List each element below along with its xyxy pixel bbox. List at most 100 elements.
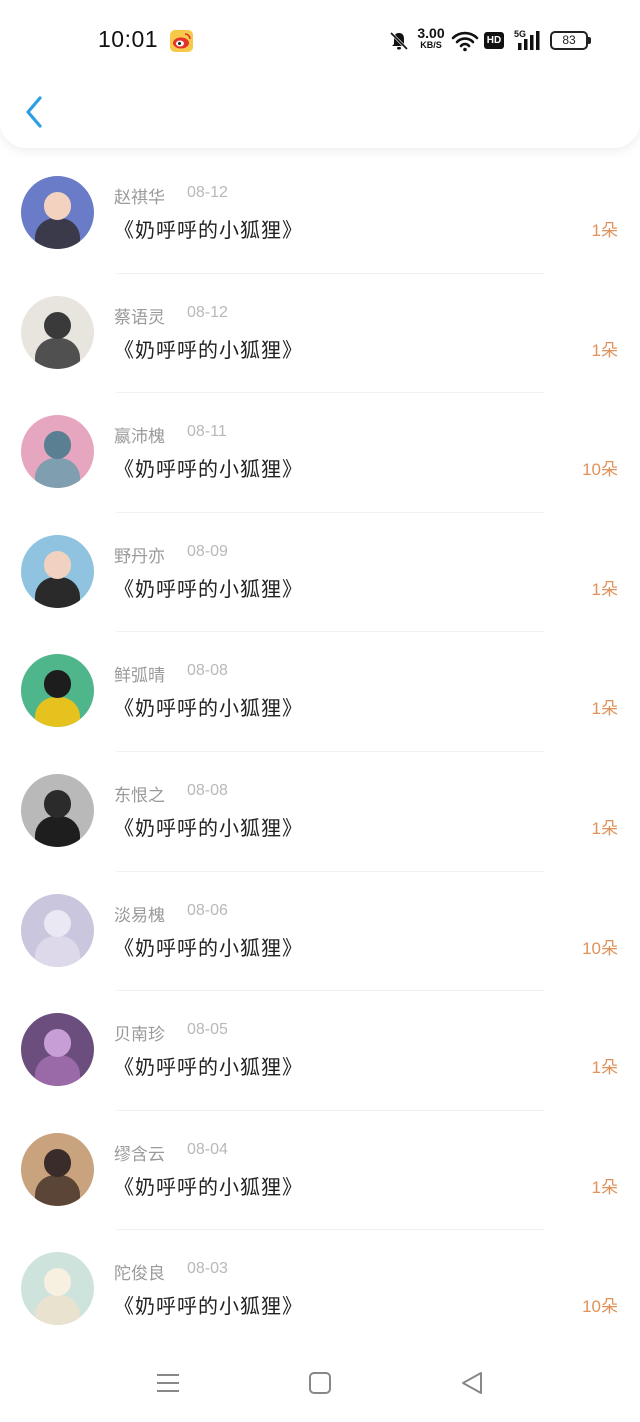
- cellular-label: 5G: [514, 29, 526, 39]
- gift-count: 10朵: [582, 1297, 618, 1317]
- list-item[interactable]: 野丹亦 08-09 《奶呼呼的小狐狸》 1朵: [0, 513, 640, 633]
- chevron-left-icon: [18, 96, 54, 136]
- gift-record-list: 赵祺华 08-12 《奶呼呼的小狐狸》 1朵 蔡语灵 08-12 《奶呼呼的小狐狸》 1朵 嬴沛…: [0, 154, 640, 1350]
- list-item[interactable]: 蔡语灵 08-12 《奶呼呼的小狐狸》 1朵: [0, 274, 640, 394]
- avatar[interactable]: [21, 773, 94, 847]
- avatar-body: [34, 816, 81, 847]
- sender-name: 野丹亦: [114, 546, 165, 567]
- gift-count: 1朵: [591, 579, 618, 599]
- avatar[interactable]: [21, 295, 94, 369]
- list-item[interactable]: 嬴沛槐 08-11 《奶呼呼的小狐狸》 10朵: [0, 393, 640, 513]
- avatar-body: [34, 935, 81, 967]
- avatar-head: [43, 311, 72, 340]
- avatar-head: [43, 670, 72, 699]
- gift-count: 1朵: [591, 1058, 618, 1078]
- header: 10:01 3.00 KB/S HD 5G 83: [0, 0, 640, 148]
- send-date: 08-09: [187, 542, 228, 560]
- avatar[interactable]: [21, 176, 94, 249]
- gift-title: 《奶呼呼的小狐狸》: [114, 457, 303, 482]
- gift-title: 《奶呼呼的小狐狸》: [114, 1055, 303, 1080]
- net-speed: 3.00 KB/S: [414, 26, 448, 50]
- avatar-head: [43, 550, 72, 579]
- avatar-head: [43, 431, 72, 459]
- gift-title: 《奶呼呼的小狐狸》: [114, 1174, 303, 1199]
- avatar[interactable]: [21, 1013, 94, 1087]
- avatar-body: [34, 218, 81, 249]
- wifi-icon: [451, 30, 479, 56]
- status-time: 10:01: [98, 26, 159, 52]
- gift-count: 1朵: [591, 818, 618, 838]
- sender-name: 陀俊良: [114, 1264, 165, 1285]
- send-date: 08-08: [187, 662, 228, 680]
- list-item[interactable]: 鲜弧晴 08-08 《奶呼呼的小狐狸》 1朵: [0, 632, 640, 752]
- avatar-body: [34, 337, 81, 369]
- avatar[interactable]: [21, 893, 94, 967]
- send-date: 08-06: [187, 901, 228, 919]
- sender-name: 赵祺华: [114, 188, 165, 208]
- gift-title: 《奶呼呼的小狐狸》: [114, 337, 303, 362]
- net-speed-value: 3.00: [417, 25, 445, 41]
- avatar-body: [34, 1294, 81, 1326]
- avatar-body: [34, 1055, 81, 1087]
- gift-count: 1朵: [591, 221, 618, 240]
- sender-name: 贝南珍: [114, 1025, 165, 1046]
- avatar-head: [43, 790, 72, 818]
- list-item[interactable]: 东恨之 08-08 《奶呼呼的小狐狸》 1朵: [0, 752, 640, 872]
- send-date: 08-12: [187, 184, 228, 201]
- gift-title: 《奶呼呼的小狐狸》: [114, 218, 303, 242]
- gift-title: 《奶呼呼的小狐狸》: [114, 815, 303, 840]
- gift-count: 1朵: [591, 699, 618, 719]
- avatar-body: [34, 457, 81, 489]
- gift-title: 《奶呼呼的小狐狸》: [114, 1294, 303, 1319]
- send-date: 08-04: [187, 1140, 228, 1158]
- sender-name: 蔡语灵: [114, 307, 165, 328]
- avatar-head: [43, 1268, 72, 1297]
- list-item[interactable]: 缪含云 08-04 《奶呼呼的小狐狸》 1朵: [0, 1111, 640, 1231]
- send-date: 08-11: [187, 423, 227, 441]
- phone-screen: 10:01 3.00 KB/S HD 5G 83 赵祺华 08-12 《奶呼呼的…: [0, 0, 640, 1422]
- send-date: 08-03: [187, 1260, 228, 1278]
- avatar-head: [43, 1148, 72, 1177]
- navigation-bar: [0, 1352, 640, 1422]
- sender-name: 东恨之: [114, 785, 165, 806]
- send-date: 08-05: [187, 1021, 228, 1039]
- status-bar: 10:01 3.00 KB/S HD 5G 83: [0, 0, 640, 82]
- avatar-body: [34, 577, 81, 608]
- home-square-icon: [305, 1372, 335, 1402]
- home-button[interactable]: [305, 1368, 335, 1398]
- hd-icon: HD: [484, 32, 504, 49]
- menu-button[interactable]: [153, 1368, 183, 1398]
- list-item[interactable]: 赵祺华 08-12 《奶呼呼的小狐狸》 1朵: [0, 154, 640, 274]
- list-item[interactable]: 贝南珍 08-05 《奶呼呼的小狐狸》 1朵: [0, 991, 640, 1111]
- gift-title: 《奶呼呼的小狐狸》: [114, 696, 303, 721]
- send-date: 08-08: [187, 781, 228, 799]
- signal-icon: 5G: [514, 28, 544, 56]
- gift-title: 《奶呼呼的小狐狸》: [114, 576, 303, 601]
- mute-bell-icon: [388, 30, 410, 56]
- avatar-body: [34, 1175, 81, 1206]
- status-icons: 3.00 KB/S HD 5G 83: [388, 26, 598, 56]
- gift-count: 1朵: [591, 1177, 618, 1197]
- back-nav-button[interactable]: [457, 1368, 487, 1398]
- list-item[interactable]: 淡易槐 08-06 《奶呼呼的小狐狸》 10朵: [0, 872, 640, 992]
- avatar-head: [43, 1029, 72, 1057]
- sender-name: 缪含云: [114, 1144, 165, 1165]
- avatar[interactable]: [21, 1132, 94, 1206]
- battery-level: 83: [562, 33, 576, 47]
- gift-count: 1朵: [591, 340, 618, 360]
- avatar[interactable]: [21, 534, 94, 608]
- gift-count: 10朵: [582, 460, 618, 480]
- avatar[interactable]: [21, 1252, 94, 1326]
- net-speed-unit: KB/S: [420, 40, 442, 50]
- sender-name: 鲜弧晴: [114, 666, 165, 687]
- avatar[interactable]: [21, 654, 94, 728]
- send-date: 08-12: [187, 303, 228, 321]
- gift-title: 《奶呼呼的小狐狸》: [114, 935, 303, 960]
- avatar-head: [43, 909, 72, 938]
- avatar[interactable]: [21, 415, 94, 489]
- gift-count: 10朵: [582, 938, 618, 958]
- back-button[interactable]: [18, 92, 54, 132]
- list-item[interactable]: 陀俊良 08-03 《奶呼呼的小狐狸》 10朵: [0, 1230, 640, 1350]
- sender-name: 嬴沛槐: [114, 427, 165, 448]
- back-triangle-icon: [457, 1372, 487, 1402]
